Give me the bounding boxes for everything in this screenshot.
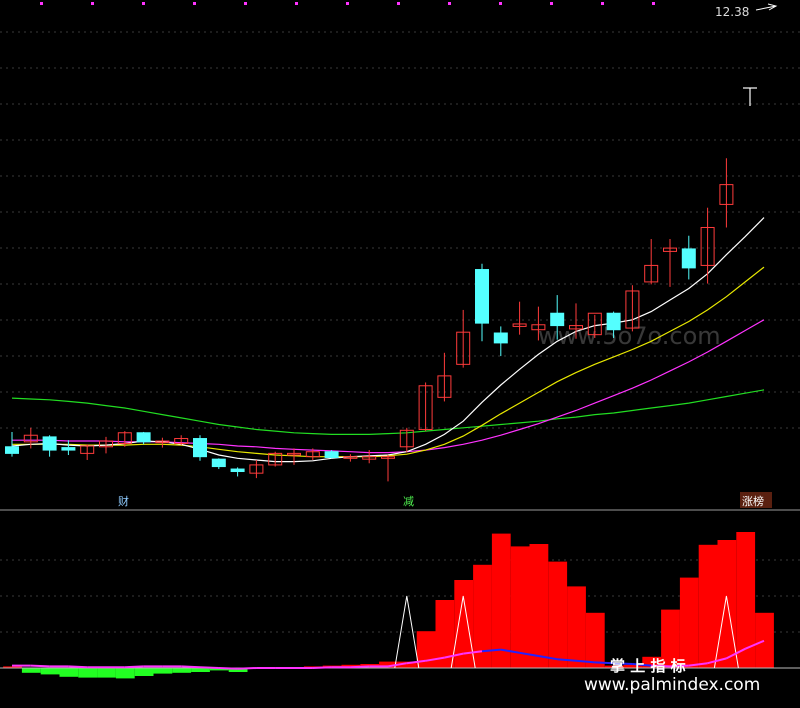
top-tick-mark xyxy=(295,2,298,5)
histogram-bar xyxy=(491,533,511,668)
top-tick-mark xyxy=(499,2,502,5)
candle-body xyxy=(230,468,245,473)
candle-body xyxy=(136,432,151,443)
stock-chart-canvas: www.5o7o.com 财 减 涨榜 12.38 掌 上 指 标 www.pa… xyxy=(0,2,800,695)
top-tick-mark xyxy=(193,2,196,5)
signal-line-segment xyxy=(218,667,238,670)
candle-body xyxy=(606,312,621,331)
signal-line-segment xyxy=(124,665,144,669)
price-label: 12.38 xyxy=(715,5,749,19)
histogram-bar xyxy=(21,668,41,673)
ma-mid-line xyxy=(12,266,765,458)
watermark-faint-text: www.5o7o.com xyxy=(538,322,721,350)
marker-jian: 减 xyxy=(403,495,414,508)
candle-body xyxy=(193,438,207,458)
top-tick-mark xyxy=(550,2,553,5)
signal-line-segment xyxy=(237,667,257,670)
top-tick-mark xyxy=(652,2,655,5)
histogram-bar xyxy=(153,668,173,674)
histogram-bar xyxy=(679,577,699,668)
histogram-bar xyxy=(191,668,210,672)
histogram-bar xyxy=(717,540,737,668)
signal-line-segment xyxy=(30,664,50,668)
top-tick-mark xyxy=(142,2,145,5)
signal-line-segment xyxy=(312,666,332,669)
signal-line-segment xyxy=(68,665,88,669)
signal-line-segment xyxy=(199,666,219,669)
top-tick-mark xyxy=(397,2,400,5)
candle-body xyxy=(681,248,696,269)
signal-line-segment xyxy=(181,665,201,669)
grid-lines xyxy=(0,2,800,633)
histogram-bar xyxy=(40,668,60,675)
candle-body xyxy=(324,451,339,458)
faint-watermark: www.5o7o.com xyxy=(538,322,721,350)
candle-body xyxy=(5,446,19,454)
marker-zhangbang: 涨榜 xyxy=(742,494,764,508)
histogram-bar xyxy=(529,544,549,668)
candle-body xyxy=(211,458,226,468)
candle-body xyxy=(475,269,489,324)
top-tick-mark xyxy=(448,2,451,5)
top-tick-mark xyxy=(601,2,604,5)
histogram-bar xyxy=(172,668,192,673)
top-tick-mark xyxy=(91,2,94,5)
histogram-bar xyxy=(97,668,116,678)
histogram-bar xyxy=(698,544,718,668)
histogram-bar xyxy=(115,668,135,679)
watermark-url: www.palmindex.com xyxy=(584,675,760,695)
histogram-bar xyxy=(548,561,568,668)
marker-cai: 财 xyxy=(118,494,129,508)
top-tick-mark xyxy=(40,2,43,5)
histogram-bar xyxy=(585,612,605,668)
top-tick-mark xyxy=(244,2,247,5)
signal-line-segment xyxy=(350,665,370,669)
histogram-bar xyxy=(134,668,154,676)
candle-body xyxy=(550,312,565,327)
histogram-bar xyxy=(59,668,79,677)
histogram-bar xyxy=(567,586,586,668)
histogram-bar xyxy=(78,668,98,678)
ma-long-line xyxy=(11,389,765,435)
candle-body xyxy=(493,332,508,344)
histogram-bar xyxy=(755,612,774,668)
candle-body xyxy=(42,436,57,451)
watermark-cn: 掌 上 指 标 xyxy=(610,657,686,675)
candle-body xyxy=(61,447,76,451)
histogram-bar xyxy=(510,546,530,668)
chart-window: www.5o7o.com 财 减 涨榜 12.38 掌 上 指 标 www.pa… xyxy=(0,0,800,708)
top-tick-mark xyxy=(346,2,349,5)
